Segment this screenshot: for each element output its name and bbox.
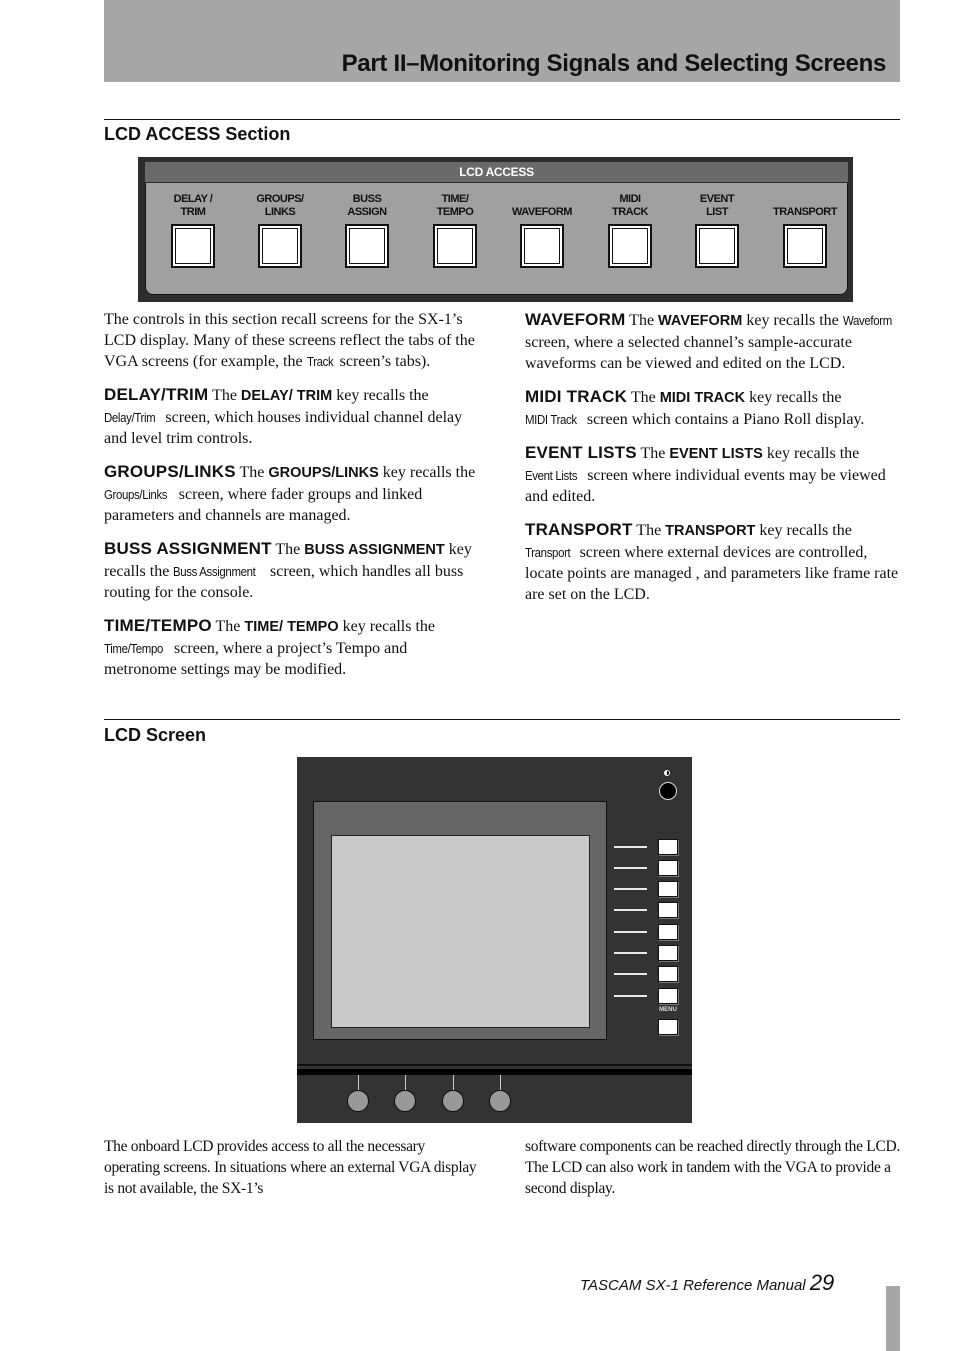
left-column: The controls in this section recall scre…: [104, 309, 484, 692]
entry-term: GROUPS/LINKS: [104, 462, 236, 481]
key-button[interactable]: [433, 224, 477, 268]
lcd-display: [331, 835, 590, 1028]
key-label: EVENT LIST: [699, 193, 735, 218]
lcd-bezel: [313, 801, 607, 1040]
entry-term: TIME/TEMPO: [104, 616, 212, 635]
soft-key-8[interactable]: [658, 988, 678, 1004]
encoder-knob-4[interactable]: [489, 1090, 511, 1112]
soft-key-7[interactable]: [658, 966, 678, 982]
key-groups-links[interactable]: GROUPS/LINKS: [240, 189, 320, 268]
encoder-stem: [453, 1075, 454, 1091]
panel-body: DELAY / TRIM GROUPS/LINKS BUSS ASSIGN TIME…: [145, 183, 848, 295]
lcd-unit-illustration: [297, 757, 692, 1123]
key-button[interactable]: [520, 224, 564, 268]
key-transport[interactable]: TRANSPORT: [765, 189, 845, 268]
lcd-paragraph-left: The onboard LCD provides access to all t…: [104, 1138, 477, 1197]
lcd-access-panel: LCD ACCESS DELAY / TRIM GROUPS/LINKS BUSS…: [138, 157, 853, 302]
panel-divider: [297, 1064, 692, 1066]
encoder-knob-1[interactable]: [347, 1090, 369, 1112]
soft-key-indicator-line: [614, 846, 647, 848]
soft-key-indicator-line: [614, 973, 647, 975]
manual-name: TASCAM SX-1 Reference Manual: [580, 1277, 810, 1294]
page-title: Part II–Monitoring Signals and Selecting…: [341, 50, 887, 77]
soft-key-5[interactable]: [658, 924, 678, 940]
soft-key-6[interactable]: [658, 945, 678, 961]
entry-waveform: WAVEFORM The WAVEFORM key recalls the Wa…: [525, 310, 892, 372]
entry-term: DELAY/TRIM: [104, 385, 209, 404]
entry-event-lists: EVENT LISTS The EVENT LISTS key recalls …: [525, 443, 886, 505]
entry-term: TRANSPORT: [525, 520, 633, 539]
key-buss-assign[interactable]: BUSS ASSIGN: [327, 189, 407, 268]
lcd-paragraph-right: software components can be reached direc…: [525, 1138, 900, 1197]
soft-key-indicator-line: [614, 995, 647, 997]
key-delay-trim[interactable]: DELAY / TRIM: [153, 189, 233, 268]
panel-titlebar: LCD ACCESS: [145, 162, 848, 182]
encoder-stem: [358, 1075, 359, 1091]
soft-key-indicator-line: [614, 867, 647, 869]
soft-key-indicator-line: [614, 952, 647, 954]
intro-paragraph: The controls in this section recall scre…: [104, 311, 475, 370]
key-button[interactable]: [258, 224, 302, 268]
soft-key-1[interactable]: [658, 839, 678, 855]
key-label: WAVEFORM: [512, 206, 572, 218]
key-time-tempo[interactable]: TIME/TEMPO: [415, 189, 495, 268]
panel-title: LCD ACCESS: [459, 165, 534, 179]
encoder-knob-3[interactable]: [442, 1090, 464, 1112]
menu-key-label: MENU: [659, 1007, 677, 1013]
key-waveform[interactable]: WAVEFORM: [502, 189, 582, 268]
key-midi-track[interactable]: MIDI TRACK: [590, 189, 670, 268]
entry-transport: TRANSPORT The TRANSPORT key recalls the …: [525, 520, 899, 603]
soft-key-indicator-line: [614, 931, 647, 933]
encoder-stem: [500, 1075, 501, 1091]
entry-buss-assignment: BUSS ASSIGNMENT The BUSS ASSIGNMENT key …: [104, 539, 472, 601]
entry-term: EVENT LISTS: [525, 443, 637, 462]
section-divider: [104, 719, 900, 720]
key-label: TIME/TEMPO: [436, 193, 474, 218]
entry-term: BUSS ASSIGNMENT: [104, 539, 272, 558]
encoder-knob-2[interactable]: [394, 1090, 416, 1112]
key-button[interactable]: [608, 224, 652, 268]
soft-key-2[interactable]: [658, 860, 678, 876]
soft-key-4[interactable]: [658, 902, 678, 918]
entry-term: MIDI TRACK: [525, 387, 628, 406]
entry-term: WAVEFORM: [525, 310, 626, 329]
entry-midi-track: MIDI TRACK The MIDI TRACK key recalls th…: [525, 387, 865, 428]
soft-key-indicator-line: [614, 909, 647, 911]
encoder-stem: [405, 1075, 406, 1091]
page-footer: TASCAM SX-1 Reference Manual 29: [580, 1270, 834, 1296]
section-heading-lcd-screen: LCD Screen: [104, 725, 207, 745]
key-label: TRANSPORT: [773, 206, 837, 218]
panel-divider: [297, 1069, 692, 1075]
key-event-list[interactable]: EVENT LIST: [677, 189, 757, 268]
header-band: Part II–Monitoring Signals and Selecting…: [104, 0, 900, 82]
entry-groups-links: GROUPS/LINKS The GROUPS/LINKS key recall…: [104, 462, 476, 524]
key-label: BUSS ASSIGN: [347, 193, 387, 218]
key-button[interactable]: [695, 224, 739, 268]
contrast-icon: [664, 770, 670, 776]
thumb-tab: [886, 1286, 900, 1351]
page-number: 29: [809, 1270, 835, 1295]
contrast-knob[interactable]: [659, 782, 677, 800]
key-label: GROUPS/LINKS: [256, 193, 304, 218]
key-button[interactable]: [345, 224, 389, 268]
key-button[interactable]: [783, 224, 827, 268]
entry-time-tempo: TIME/TEMPO The TIME/ TEMPO key recalls t…: [104, 616, 436, 678]
key-label: DELAY / TRIM: [173, 193, 213, 218]
key-label: MIDI TRACK: [612, 193, 649, 218]
soft-key-3[interactable]: [658, 881, 678, 897]
section-heading-lcd-access: LCD ACCESS Section: [104, 124, 291, 144]
right-column: WAVEFORM The WAVEFORM key recalls the Wa…: [525, 309, 900, 617]
menu-key[interactable]: [658, 1019, 678, 1035]
entry-delay-trim: DELAY/TRIM The DELAY/ TRIM key recalls t…: [104, 385, 463, 447]
section-divider: [104, 119, 900, 120]
key-button[interactable]: [171, 224, 215, 268]
soft-key-indicator-line: [614, 888, 647, 890]
